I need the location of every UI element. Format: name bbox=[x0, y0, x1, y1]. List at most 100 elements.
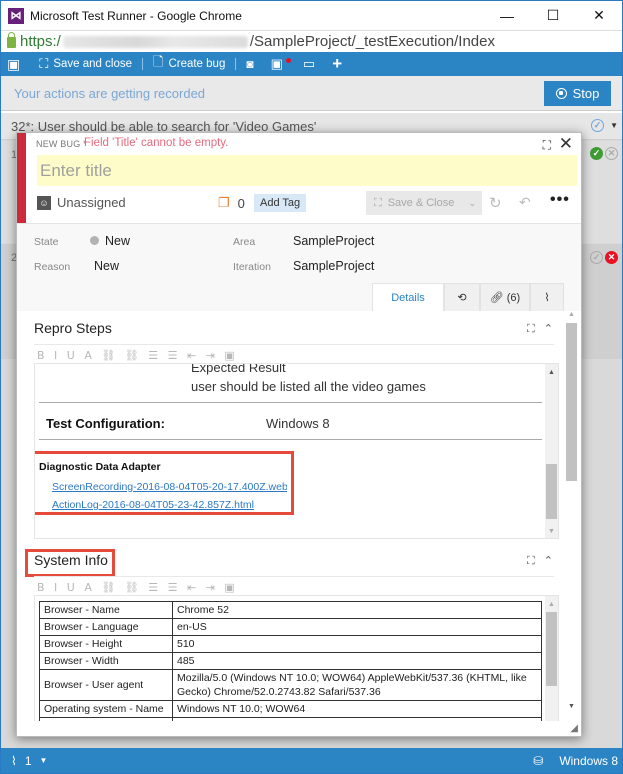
system-info-value: 485 bbox=[172, 652, 542, 670]
system-info-row: Browser - Width 485 bbox=[39, 652, 542, 670]
system-info-row: Browser - Name Chrome 52 bbox=[39, 601, 542, 619]
tab-links[interactable]: 🔗︎ (6) bbox=[480, 283, 530, 311]
stop-recording-button[interactable]: Stop bbox=[544, 80, 611, 106]
collapse-section-icon[interactable]: ⌃ bbox=[544, 323, 553, 335]
address-bar[interactable]: https:/ /SampleProject/_testExecution/In… bbox=[1, 30, 622, 52]
system-info-table: Browser - Name Chrome 52 Browser - Languag… bbox=[39, 601, 542, 721]
save-button[interactable]: ▣ bbox=[1, 52, 31, 76]
scrollbar-thumb[interactable] bbox=[546, 464, 557, 519]
expected-result-label: Expected Result bbox=[191, 363, 286, 375]
discussion-count[interactable]: ❐ 0 bbox=[218, 195, 245, 211]
tab-history[interactable]: ⟲ bbox=[444, 283, 480, 311]
iteration-value[interactable]: SampleProject bbox=[293, 259, 374, 273]
system-info-key: Browser - Height bbox=[39, 635, 173, 653]
system-info-key: Operating system - bbox=[39, 717, 173, 721]
attachments-dropdown-icon[interactable]: ▼ bbox=[40, 756, 48, 765]
undo-icon[interactable]: ↶ bbox=[519, 194, 531, 211]
refresh-icon[interactable]: ↻ bbox=[489, 194, 502, 212]
add-button[interactable]: + bbox=[326, 52, 353, 76]
close-window-button[interactable]: ✕ bbox=[576, 1, 622, 30]
screenshot-button[interactable]: ◙ bbox=[240, 52, 264, 76]
system-info-scrollbar[interactable]: ▲ bbox=[545, 596, 558, 721]
reason-label: Reason bbox=[34, 261, 71, 273]
maximize-section-icon[interactable]: ⛶ bbox=[527, 323, 535, 335]
state-label: State bbox=[34, 236, 59, 248]
create-bug-label: Create bug bbox=[168, 58, 226, 70]
system-info-title: System Info bbox=[34, 552, 108, 568]
more-actions-button[interactable]: ••• bbox=[550, 191, 570, 209]
scroll-down-arrow[interactable]: ▼ bbox=[568, 703, 575, 710]
toolbar-divider bbox=[141, 58, 143, 70]
recording-indicator-dot bbox=[285, 57, 291, 63]
user-avatar-icon: ☺ bbox=[37, 195, 51, 210]
url-host-redacted bbox=[62, 35, 248, 48]
repro-steps-title: Repro Steps bbox=[34, 320, 112, 336]
step-passed-icon[interactable]: ✓ bbox=[590, 147, 603, 160]
area-value[interactable]: SampleProject bbox=[293, 234, 374, 248]
system-info-row: Browser - User agent Mozilla/5.0 (Windows… bbox=[39, 669, 542, 701]
maximize-section-icon[interactable]: ⛶ bbox=[527, 555, 535, 567]
system-info-key: Browser - User agent bbox=[39, 669, 173, 701]
minimize-button[interactable]: — bbox=[484, 1, 530, 30]
record-video-button[interactable]: ▭ bbox=[297, 52, 326, 76]
system-info-key: Browser - Language bbox=[39, 618, 173, 636]
recording-message: Your actions are getting recorded bbox=[14, 85, 206, 101]
diagnostic-adapter-title: Diagnostic Data Adapter bbox=[39, 461, 161, 473]
repro-rich-text-toolbar[interactable]: B I U A ⛓ ⛓ ☰ ☰ ⇤ ⇥ ▣ bbox=[37, 349, 238, 362]
scroll-up-arrow[interactable]: ▲ bbox=[568, 311, 575, 318]
system-info-tools: ⛶ ⌃ bbox=[527, 554, 553, 568]
step-failed-icon[interactable]: ✕ bbox=[605, 251, 618, 264]
resize-grip-icon[interactable]: ◢ bbox=[570, 723, 578, 734]
tab-attachments[interactable]: ⌇ bbox=[530, 283, 564, 311]
state-color-dot bbox=[90, 236, 99, 245]
chevron-down-icon[interactable]: ⌄ bbox=[468, 198, 476, 209]
title-bar: ⋈ Microsoft Test Runner - Google Chrome … bbox=[1, 1, 622, 30]
attachment-link-screen-recording[interactable]: ScreenRecording-2016-08-04T05-20-17.400Z… bbox=[52, 479, 287, 493]
test-config-value: Windows 8 bbox=[266, 416, 330, 431]
new-bug-dialog: NEW BUG * Field 'Title' cannot be empty.… bbox=[16, 132, 582, 737]
maximize-dialog-icon[interactable]: ⛶ bbox=[543, 138, 551, 153]
step-fail-icon[interactable]: ✕ bbox=[605, 147, 618, 160]
assigned-to-field[interactable]: ☺ Unassigned bbox=[37, 195, 126, 210]
add-tag-button[interactable]: Add Tag bbox=[254, 194, 307, 212]
state-field[interactable]: New bbox=[90, 234, 130, 248]
save-and-close-button[interactable]: ⛶ Save and close bbox=[31, 52, 138, 76]
test-options-dropdown-icon[interactable]: ▼ bbox=[610, 121, 618, 130]
reason-value[interactable]: New bbox=[94, 259, 119, 273]
attachment-icon[interactable]: ⌇ bbox=[11, 754, 17, 768]
status-bar: ⌇ 1 ▼ ⛁ Windows 8 bbox=[1, 748, 622, 773]
divider bbox=[34, 344, 554, 345]
step-pass-icon[interactable]: ✓ bbox=[590, 251, 603, 264]
maximize-button[interactable]: ☐ bbox=[530, 1, 576, 30]
stop-label: Stop bbox=[572, 85, 600, 101]
save-and-close-bug-button[interactable]: ⛶ Save & Close ⌄ bbox=[366, 191, 482, 215]
close-dialog-icon[interactable]: ✕ bbox=[559, 134, 573, 154]
system-info-rich-text-toolbar[interactable]: B I U A ⛓ ⛓ ☰ ☰ ⇤ ⇥ ▣ bbox=[37, 581, 238, 594]
repro-steps-scrollbar[interactable]: ▲ ▼ bbox=[545, 364, 558, 538]
tab-details[interactable]: Details bbox=[372, 283, 444, 311]
collapse-section-icon[interactable]: ⌃ bbox=[544, 555, 553, 567]
capture-actions-button[interactable]: ▣ bbox=[265, 52, 297, 76]
create-bug-button[interactable]: 🗋 Create bug bbox=[147, 52, 231, 76]
stop-icon bbox=[555, 87, 567, 99]
repro-steps-editor[interactable]: Expected Result user should be listed al… bbox=[34, 363, 559, 539]
system-info-row: Operating system - bbox=[39, 717, 542, 721]
system-info-editor[interactable]: Browser - Name Chrome 52 Browser - Languag… bbox=[34, 595, 559, 721]
configuration-name: Windows 8 bbox=[559, 753, 618, 768]
scroll-up-arrow[interactable]: ▲ bbox=[548, 601, 555, 608]
attachment-count: 1 bbox=[24, 753, 32, 768]
attachment-link-action-log[interactable]: ActionLog-2016-08-04T05-23-42.857Z.html bbox=[52, 497, 254, 511]
scroll-up-arrow[interactable]: ▲ bbox=[548, 369, 555, 376]
toolbar-divider bbox=[235, 58, 237, 70]
bug-title-input[interactable] bbox=[37, 155, 577, 186]
dialog-scrollbar[interactable]: ▲ ▼ bbox=[565, 311, 578, 718]
runner-toolbar: ▣ ⛶ Save and close 🗋 Create bug ◙ ▣ ▭ + bbox=[1, 52, 622, 76]
system-info-row: Operating system - Name Windows NT 10.0; … bbox=[39, 700, 542, 718]
scrollbar-thumb[interactable] bbox=[546, 612, 557, 686]
iteration-label: Iteration bbox=[233, 261, 271, 273]
pass-test-icon[interactable]: ✓ bbox=[591, 119, 605, 132]
scrollbar-thumb[interactable] bbox=[566, 323, 577, 481]
divider bbox=[39, 439, 542, 440]
system-info-row: Browser - Language en-US bbox=[39, 618, 542, 636]
scroll-down-arrow[interactable]: ▼ bbox=[548, 528, 555, 535]
